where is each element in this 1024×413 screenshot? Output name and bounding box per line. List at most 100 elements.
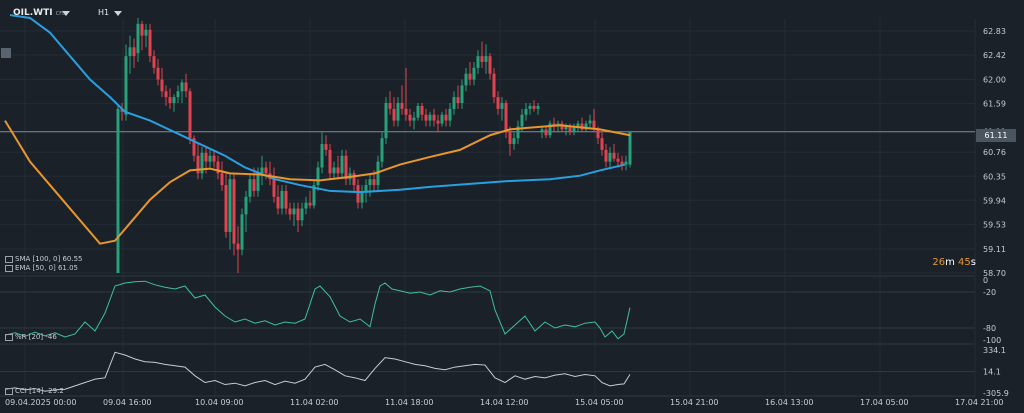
candle-body	[128, 47, 132, 57]
cci-legend[interactable]: CCI [14] -29.2	[5, 387, 64, 395]
candle-body	[484, 56, 488, 62]
timeframe-selector[interactable]: H1	[98, 8, 109, 17]
candle-body	[352, 173, 356, 186]
candle-body	[164, 91, 168, 98]
candle-body	[480, 56, 484, 62]
price-tick-label: 62.00	[983, 76, 1006, 85]
price-tick-label: 59.11	[983, 245, 1006, 254]
time-tick-label: 17.04 21:00	[955, 398, 1004, 407]
candle-body	[420, 105, 424, 115]
candle-body	[232, 179, 236, 244]
candle-body	[144, 29, 148, 36]
candle-body	[424, 114, 428, 121]
candle-body	[176, 91, 180, 98]
candle-body	[524, 108, 528, 115]
time-axis: 09.04.2025 00:00 09.04 16:00 10.04 09:00 11…	[5, 398, 1004, 407]
candle-body	[492, 73, 496, 98]
candle-body	[504, 103, 508, 133]
candle-body	[604, 149, 608, 162]
candle-body	[404, 108, 408, 115]
candle-body	[204, 152, 208, 162]
candle-body	[188, 91, 192, 139]
candle-body	[288, 208, 292, 215]
trading-chart[interactable]: 62.83 62.42 62.00 61.59 61.11 60.76 60.35 59.94…	[0, 0, 1024, 413]
indicator-settings-icon[interactable]	[5, 387, 13, 395]
symbol-name: OIL.WTI	[13, 8, 53, 18]
timeframe-dropdown-icon[interactable]	[114, 11, 122, 16]
candle-body	[296, 208, 300, 221]
wr-tick-label: -20	[983, 288, 996, 297]
wr-legend[interactable]: %R [20] -46	[5, 333, 57, 341]
candle-body	[244, 196, 248, 215]
candle-body	[508, 132, 512, 145]
sma-legend[interactable]: SMA [100, 0] 60.55	[5, 255, 83, 263]
candle-body	[428, 114, 432, 121]
candle-body	[140, 23, 144, 36]
candle-body	[624, 161, 628, 165]
candle-body	[400, 103, 404, 109]
candle-body	[276, 196, 280, 209]
candle-body	[440, 114, 444, 124]
candle-countdown: 26m 45s	[932, 257, 976, 268]
candle-body	[212, 155, 216, 162]
candle-body	[248, 179, 252, 197]
wr-tick-label: -100	[983, 336, 1001, 345]
candle-body	[588, 120, 592, 124]
candle-body	[460, 85, 464, 103]
symbol-selector[interactable]: OIL.WTI CFD	[13, 8, 66, 18]
candle-body	[340, 155, 344, 174]
candle-body	[476, 56, 480, 68]
candle-body	[612, 152, 616, 159]
candle-body	[156, 67, 160, 80]
price-tick-label: 62.42	[983, 51, 1006, 60]
moving-averages	[4, 14, 631, 245]
panel-toggle-icon[interactable]	[1, 48, 11, 58]
time-tick-label: 15.04 21:00	[670, 398, 719, 407]
price-tick-label: 61.59	[983, 100, 1006, 109]
candle-body	[396, 103, 400, 121]
candle-body	[132, 47, 136, 57]
ema-legend[interactable]: EMA [50, 0] 61.05	[5, 264, 78, 272]
candle-body	[304, 202, 308, 209]
candle-body	[448, 108, 452, 121]
candle-body	[172, 97, 176, 103]
candle-body	[512, 138, 516, 145]
candle-body	[308, 202, 312, 206]
candle-body	[136, 23, 140, 54]
candle-body	[444, 114, 448, 121]
indicator-settings-icon[interactable]	[5, 255, 13, 263]
cci-tick-label: 334.1	[983, 346, 1006, 355]
candle-body	[544, 129, 548, 136]
price-axis: 62.8362.4262.0061.5961.1160.7660.3559.94…	[983, 27, 1006, 278]
candle-body	[608, 152, 612, 162]
candle-body	[372, 179, 376, 186]
candle-body	[576, 123, 580, 127]
candle-body	[224, 185, 228, 232]
candle-body	[540, 129, 544, 133]
candle-body	[384, 103, 388, 139]
indicator-settings-icon[interactable]	[5, 333, 13, 341]
candle-body	[184, 82, 188, 92]
time-tick-label: 09.04.2025 00:00	[5, 398, 76, 407]
candle-body	[208, 155, 212, 162]
indicator-settings-icon[interactable]	[5, 264, 13, 272]
price-tick-label: 62.83	[983, 27, 1006, 36]
time-tick-label: 17.04 05:00	[860, 398, 909, 407]
candle-body	[368, 179, 372, 186]
candle-body	[220, 173, 224, 186]
candle-body	[596, 129, 600, 139]
candle-body	[468, 73, 472, 80]
candle-body	[408, 114, 412, 121]
candle-body	[324, 144, 328, 150]
symbol-dropdown-icon[interactable]	[62, 11, 70, 16]
candle-body	[116, 108, 120, 274]
candle-body	[416, 105, 420, 118]
price-tick-label: 59.53	[983, 220, 1006, 229]
candle-body	[456, 97, 460, 103]
candle-body	[280, 190, 284, 209]
oscillators	[0, 280, 975, 392]
candle-body	[228, 179, 232, 232]
candle-body	[600, 138, 604, 150]
candles	[116, 18, 632, 274]
candle-body	[520, 114, 524, 127]
